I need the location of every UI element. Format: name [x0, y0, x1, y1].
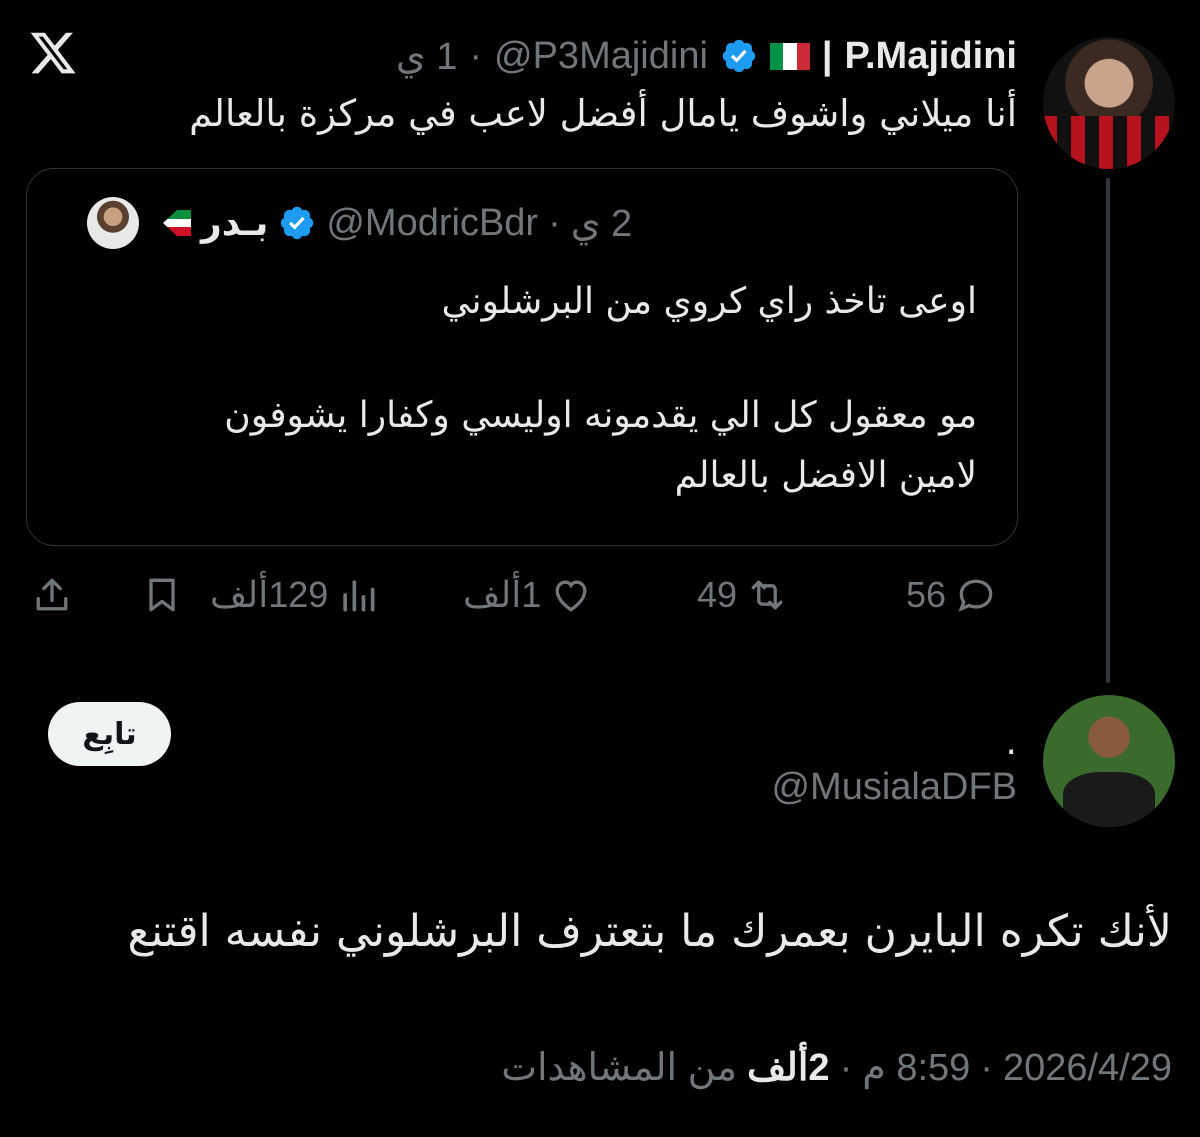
- reply-views-label: من المشاهدات: [501, 1047, 737, 1089]
- tweet-header: P.Majidini | @P3Majidini · 1 ي: [396, 34, 1017, 78]
- quote-avatar: [87, 197, 139, 249]
- follow-button[interactable]: تابِع: [48, 702, 171, 766]
- verified-icon: [722, 39, 756, 73]
- reply-avatar[interactable]: [1043, 695, 1175, 827]
- quote-time: 2 ي: [570, 202, 633, 245]
- reply-text: لأنك تكره البايرن بعمرك ما بتعترف البرشل…: [127, 906, 1172, 957]
- reply-views-count: 2ألف: [746, 1047, 830, 1089]
- reply-icon: [958, 579, 993, 612]
- repost-icon: [751, 580, 783, 610]
- reply-count: 56: [906, 574, 947, 615]
- author-name[interactable]: P.Majidini: [845, 35, 1017, 78]
- quote-line: لامين الافضل بالعالم: [674, 455, 977, 496]
- bookmark-icon: [149, 578, 175, 612]
- views-count: 129ألف: [210, 574, 329, 615]
- reply-date[interactable]: 2026/4/29: [1003, 1047, 1172, 1090]
- quote-tweet[interactable]: بـدر @ModricBdr · 2 ي اوعى تاخذ راي كروي…: [26, 168, 1018, 546]
- reply-handle[interactable]: @MusialaDFB: [771, 766, 1017, 809]
- name-separator: |: [821, 34, 833, 77]
- quote-line: اوعى تاخذ راي كروي من البرشلوني: [441, 281, 977, 322]
- reply-meta: 2026/4/29 · 8:59 م · 2ألف من المشاهدات: [501, 1045, 1172, 1090]
- tweet-text: أنا ميلاني واشوف يامال أفضل لاعب في مركز…: [189, 92, 1017, 135]
- reply-action[interactable]: 56: [906, 573, 998, 617]
- repost-action[interactable]: 49: [697, 573, 789, 617]
- views-icon: [343, 580, 375, 612]
- like-icon: [555, 580, 587, 612]
- share-icon: [36, 578, 68, 611]
- quote-line: مو معقول كل الي يقدمونه اوليسي وكفارا يش…: [224, 395, 977, 436]
- quote-dot: ·: [548, 201, 561, 244]
- repost-count: 49: [697, 574, 738, 615]
- bookmark-action[interactable]: [140, 573, 184, 617]
- author-avatar[interactable]: [1043, 37, 1175, 169]
- reply-time[interactable]: 8:59 م: [862, 1045, 970, 1090]
- kuwait-flag-icon: [149, 210, 191, 236]
- views-action[interactable]: 129ألف: [210, 573, 380, 617]
- like-count: 1ألف: [463, 574, 542, 615]
- quote-header: بـدر @ModricBdr · 2 ي: [87, 197, 632, 249]
- quote-author-name: بـدر: [201, 202, 269, 244]
- reply-author-name[interactable]: .: [1006, 722, 1017, 763]
- header-dot: ·: [469, 34, 483, 77]
- verified-icon: [281, 206, 314, 240]
- share-action[interactable]: [30, 573, 74, 617]
- thread-line: [1106, 178, 1110, 683]
- quote-handle: @ModricBdr: [326, 201, 539, 244]
- like-action[interactable]: 1ألف: [463, 573, 593, 617]
- meta-dot: ·: [980, 1047, 993, 1089]
- meta-dot: ·: [839, 1047, 853, 1089]
- tweet-time[interactable]: 1 ي: [396, 34, 457, 79]
- author-handle[interactable]: @P3Majidini: [494, 35, 708, 78]
- x-logo-icon[interactable]: [28, 28, 78, 78]
- italy-flag-icon: [769, 42, 810, 70]
